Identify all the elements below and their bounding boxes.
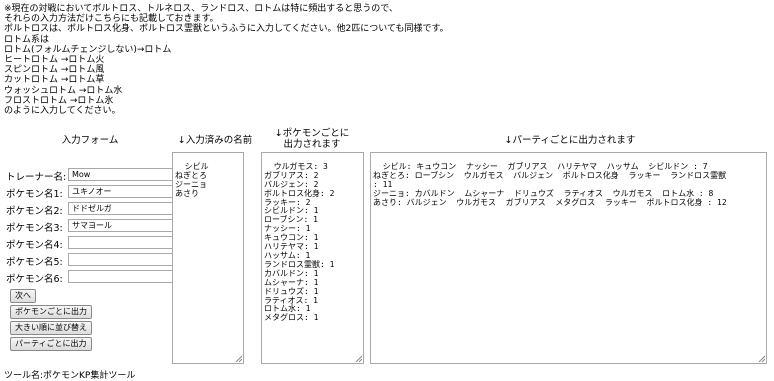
notice-line: カットロトム →ロトム草 [4,75,105,86]
names-panel-header: ↓入力済みの名前 [177,135,253,146]
party-textarea[interactable]: シビル: キュウコン ナッシー ガブリアス ハリテヤマ ハッサム シビルドン :… [370,152,767,364]
notice-line: ボルトロスは、ボルトロス化身、ボルトロス霊獣というふうに入力してください。他2匹… [4,24,449,35]
field-label: トレーナー名: [6,172,67,183]
field-label: ポケモン名4: [6,240,63,251]
notice-line: のように入力してください。 [4,106,121,117]
pokemon-panel-header-line2: 出力されます [283,139,341,150]
field-label: ポケモン名6: [6,274,63,285]
output-per-pokemon-button[interactable]: ポケモンごとに出力 [10,305,92,319]
pokemon-count-text: ウルガモス: 3 ガブリアス: 2 バルジェン: 2 ボルトロス化身: 2 ラッ… [264,161,335,323]
notice-line: ヒートロトム →ロトム火 [4,55,105,66]
resize-grip-icon[interactable] [758,355,765,362]
field-label: ポケモン名2: [6,206,63,217]
pokemon-name-input-5[interactable] [68,253,174,266]
resize-grip-icon[interactable] [355,355,362,362]
form-title: 入力フォーム [61,135,119,146]
field-label: ポケモン名1: [6,189,63,200]
party-text: シビル: キュウコン ナッシー ガブリアス ハリテヤマ ハッサム シビルドン :… [373,161,727,207]
trainer-name-input[interactable]: Mow [68,168,174,181]
sort-descending-button[interactable]: 大きい順に並び替え [10,321,92,335]
next-button[interactable]: 次へ [10,289,36,303]
pokemon-panel-header-line1: ↓ポケモンごとに [274,128,350,139]
notice-line: それらの入力方法だけこちらにも記載しておきます。 [4,14,219,25]
pokemon-count-textarea[interactable]: ウルガモス: 3 ガブリアス: 2 バルジェン: 2 ボルトロス化身: 2 ラッ… [261,152,364,364]
pokemon-name-input-3[interactable]: サマヨール [68,219,174,232]
output-per-party-button[interactable]: パーティごとに出力 [10,337,92,351]
pokemon-name-input-4[interactable] [68,236,174,249]
footer-tool-name: ツール名:ポケモンKP集計ツール [4,371,136,381]
notice-line: ウォッシュロトム →ロトム水 [4,85,123,96]
notice-line: ロトム系は [4,34,50,45]
names-textarea[interactable]: シビル ねぎとろ ジーニョ あさり [172,152,244,364]
names-text: シビル ねぎとろ ジーニョ あさり [175,161,209,198]
resize-grip-icon[interactable] [235,355,242,362]
field-label: ポケモン名5: [6,257,63,268]
notice-line: ロトム(フォルムチェンジしない)→ロトム [4,44,172,55]
notice-line: フロストロトム →ロトム氷 [4,95,114,106]
pokemon-name-input-6[interactable] [68,270,174,283]
pokemon-name-input-2[interactable]: ドドゼルガ [68,202,174,215]
field-label: ポケモン名3: [6,223,63,234]
party-panel-header: ↓パーティごとに出力されます [504,135,636,146]
notice-line: スピンロトム →ロトム風 [4,65,105,76]
pokemon-name-input-1[interactable]: ユキノオー [68,185,174,198]
pokemon-panel-header: ↓ポケモンごとに 出力されます [252,128,372,150]
notice-line: ※現在の対戦においてボルトロス、トルネロス、ランドロス、ロトムは特に頻出すると思… [4,4,398,14]
notice-text: ※現在の対戦においてボルトロス、トルネロス、ランドロス、ロトムは特に頻出すると思… [4,4,449,116]
